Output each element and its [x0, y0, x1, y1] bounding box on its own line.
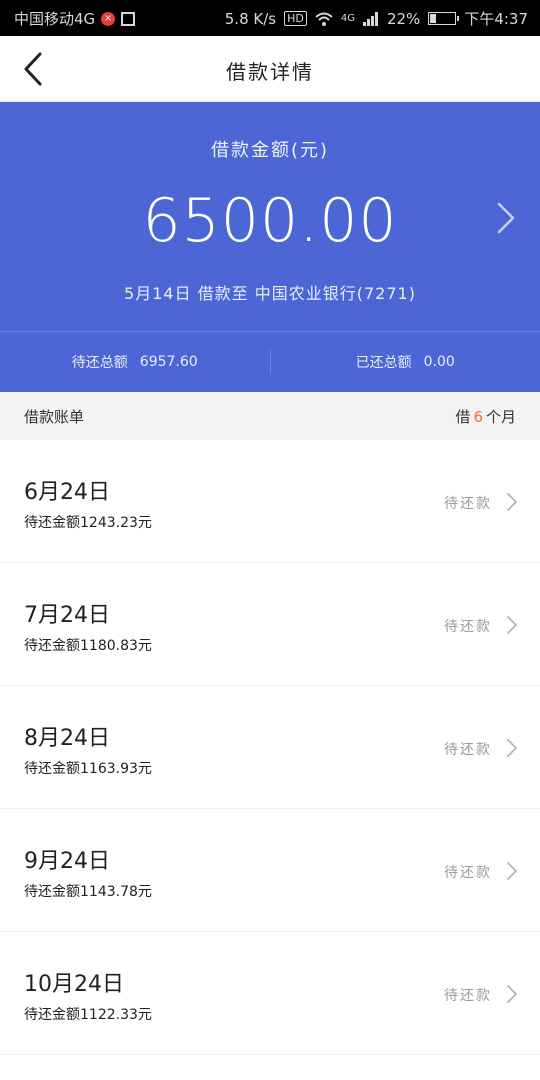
app-header: 借款详情 [0, 36, 540, 102]
repaid-label: 已还总额 [355, 355, 412, 371]
loan-description: 5月14日 借款至 中国农业银行(7271) [124, 284, 416, 303]
repaid-total: 已还总额 0.00 [271, 332, 540, 392]
chevron-right-icon[interactable] [496, 202, 516, 234]
wifi-icon [315, 12, 333, 26]
bill-status: 待还款 [444, 742, 492, 758]
bill-date: 9月24日 [24, 849, 110, 874]
hd-icon: HD [284, 11, 307, 26]
network-speed: 5.8 K/s [224, 9, 277, 28]
bill-status: 待还款 [444, 988, 492, 1004]
bill-status: 待还款 [444, 865, 492, 881]
chevron-right-icon [507, 739, 517, 757]
chevron-right-icon [507, 862, 517, 880]
clock: 下午4:37 [464, 10, 528, 28]
pending-label: 待还总额 [71, 355, 128, 371]
status-right: 5.8 K/s HD 4G 22% 下午4:37 [225, 8, 528, 29]
bill-row[interactable]: 7月24日 待还金额1180.83元 待还款 [0, 563, 540, 686]
bill-row[interactable]: 10月24日 待还金额1122.33元 待还款 [0, 932, 540, 1055]
carrier-label: 中国移动4G [14, 10, 96, 28]
bill-status: 待还款 [444, 619, 492, 635]
bill-list: 6月24日 待还金额1243.23元 待还款 7月24日 待还金额1180.83… [0, 440, 540, 1055]
status-left: 中国移动4G × [14, 8, 136, 29]
bill-status: 待还款 [444, 496, 492, 512]
amount-label: 借款金额(元) [210, 140, 330, 161]
bill-amount: 待还金额1122.33元 [24, 1007, 152, 1023]
bill-date: 10月24日 [24, 972, 124, 997]
notification-x-icon: × [101, 11, 116, 26]
loan-summary-card[interactable]: 借款金额(元) 6500.00 5月14日 借款至 中国农业银行(7271) 待… [0, 102, 540, 392]
bill-row[interactable]: 8月24日 待还金额1163.93元 待还款 [0, 686, 540, 809]
chevron-right-icon [507, 616, 517, 634]
bill-header: 借款账单 借 6 个月 [0, 392, 540, 440]
term-suffix: 个月 [485, 408, 516, 426]
page-title: 借款详情 [226, 60, 314, 84]
chevron-right-icon [507, 493, 517, 511]
pending-total: 待还总额 6957.60 [0, 332, 270, 392]
bill-amount: 待还金额1143.78元 [24, 884, 152, 900]
bill-amount: 待还金额1243.23元 [24, 515, 152, 531]
status-bar: 中国移动4G × 5.8 K/s HD 4G 22% 下午4:37 [0, 0, 540, 36]
battery-percent: 22% [386, 9, 421, 28]
bill-date: 7月24日 [24, 603, 110, 628]
bill-amount: 待还金额1180.83元 [24, 638, 152, 654]
loan-term: 借 6 个月 [455, 406, 516, 427]
repaid-value: 0.00 [423, 354, 455, 370]
bill-date: 6月24日 [24, 480, 110, 505]
term-prefix: 借 [455, 408, 471, 426]
network-type: 4G [340, 13, 355, 24]
qr-code-icon [121, 11, 136, 26]
chevron-right-icon [507, 985, 517, 1003]
bill-amount: 待还金额1163.93元 [24, 761, 152, 777]
signal-icon [362, 11, 378, 26]
bill-title: 借款账单 [24, 408, 85, 426]
term-months: 6 [473, 408, 483, 426]
loan-amount: 6500.00 [142, 186, 398, 256]
battery-icon [428, 12, 460, 25]
bill-date: 8月24日 [24, 726, 110, 751]
totals-row: 待还总额 6957.60 已还总额 0.00 [0, 332, 540, 392]
pending-value: 6957.60 [139, 354, 198, 370]
bill-row[interactable]: 9月24日 待还金额1143.78元 待还款 [0, 809, 540, 932]
bill-row[interactable]: 6月24日 待还金额1243.23元 待还款 [0, 440, 540, 563]
